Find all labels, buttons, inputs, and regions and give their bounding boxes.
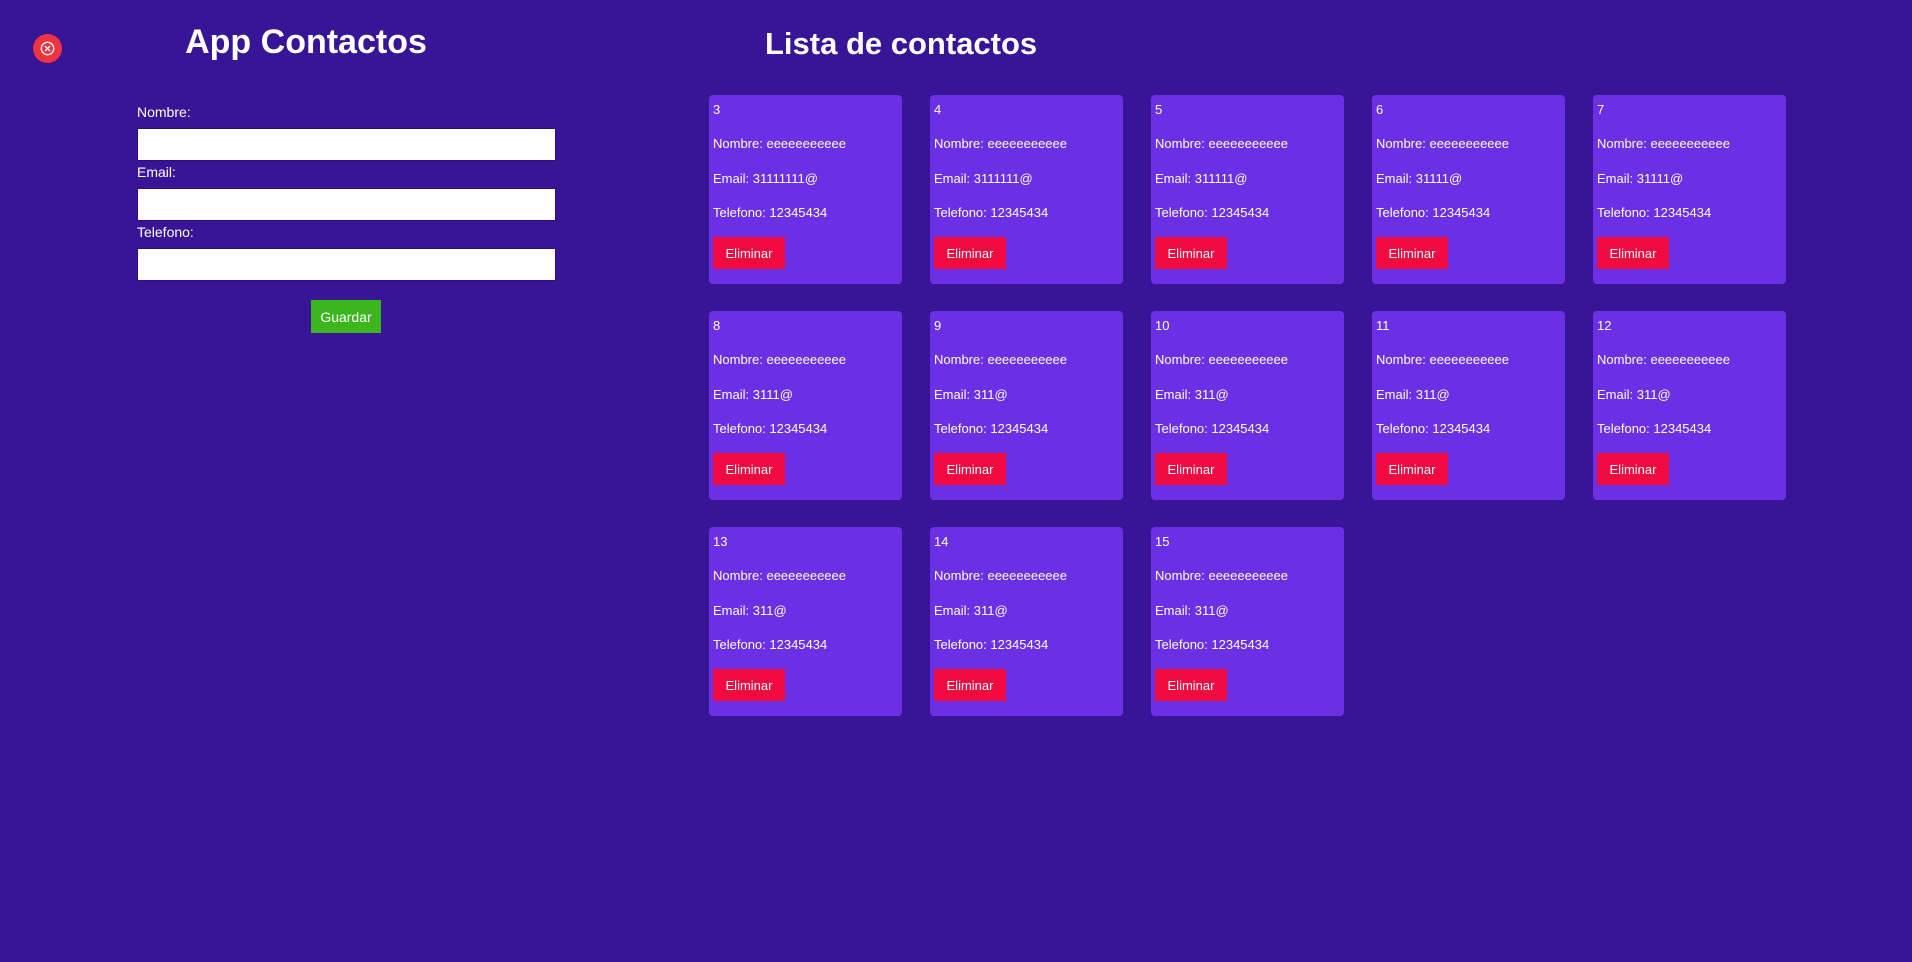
contact-id: 11 <box>1376 318 1390 333</box>
contact-phone: Telefono: 12345434 <box>713 637 828 652</box>
contact-email: Email: 31111@ <box>1597 171 1684 186</box>
contact-phone: Telefono: 12345434 <box>713 421 828 436</box>
email-label: Email: <box>137 164 176 180</box>
delete-button[interactable]: Eliminar <box>1376 453 1448 485</box>
save-button[interactable]: Guardar <box>311 300 381 333</box>
contact-card: 4 Nombre: eeeeeeeeeee Email: 3111111@ Telef… <box>930 95 1123 284</box>
contact-email: Email: 311@ <box>1597 387 1671 402</box>
contact-id: 14 <box>934 534 949 549</box>
contact-email: Email: 311@ <box>1376 387 1450 402</box>
delete-button[interactable]: Eliminar <box>1155 453 1227 485</box>
contact-card: 6 Nombre: eeeeeeeeeee Email: 31111@ Telefon… <box>1372 95 1565 284</box>
contact-phone: Telefono: 12345434 <box>934 421 1049 436</box>
contact-name: Nombre: eeeeeeeeeee <box>1155 136 1288 151</box>
contact-card: 10 Nombre: eeeeeeeeeee Email: 311@ Telefono… <box>1151 311 1344 500</box>
contact-name: Nombre: eeeeeeeeeee <box>934 136 1067 151</box>
contact-name: Nombre: eeeeeeeeeee <box>1597 136 1730 151</box>
contact-card: 13 Nombre: eeeeeeeeeee Email: 311@ Telefono… <box>709 527 902 716</box>
contact-email: Email: 311@ <box>934 387 1008 402</box>
list-title: Lista de contactos <box>765 26 1038 61</box>
contact-email: Email: 3111111@ <box>934 171 1033 186</box>
contact-id: 6 <box>1376 102 1384 117</box>
delete-button[interactable]: Eliminar <box>713 237 785 269</box>
contact-name: Nombre: eeeeeeeeeee <box>713 136 846 151</box>
app-title: App Contactos <box>185 23 427 61</box>
delete-button[interactable]: Eliminar <box>1376 237 1448 269</box>
delete-button[interactable]: Eliminar <box>1597 237 1669 269</box>
contact-email: Email: 311@ <box>1155 387 1229 402</box>
delete-button[interactable]: Eliminar <box>934 237 1006 269</box>
contact-id: 4 <box>934 102 942 117</box>
contact-card: 15 Nombre: eeeeeeeeeee Email: 311@ Telefono… <box>1151 527 1344 716</box>
contact-card: 12 Nombre: eeeeeeeeeee Email: 311@ Telefono… <box>1593 311 1786 500</box>
contact-card: 5 Nombre: eeeeeeeeeee Email: 311111@ Telefo… <box>1151 95 1344 284</box>
contact-id: 7 <box>1597 102 1605 117</box>
email-input[interactable] <box>137 188 556 221</box>
delete-button[interactable]: Eliminar <box>713 453 785 485</box>
contact-name: Nombre: eeeeeeeeeee <box>1155 352 1288 367</box>
nombre-input[interactable] <box>137 128 556 161</box>
contact-phone: Telefono: 12345434 <box>1376 421 1491 436</box>
contact-id: 10 <box>1155 318 1170 333</box>
contact-phone: Telefono: 12345434 <box>1597 421 1712 436</box>
contact-phone: Telefono: 12345434 <box>1376 205 1491 220</box>
contact-name: Nombre: eeeeeeeeeee <box>1155 568 1288 583</box>
contact-card: 7 Nombre: eeeeeeeeeee Email: 31111@ Telefon… <box>1593 95 1786 284</box>
contact-phone: Telefono: 12345434 <box>934 637 1049 652</box>
nombre-label: Nombre: <box>137 104 191 120</box>
contact-card: 14 Nombre: eeeeeeeeeee Email: 311@ Telefono… <box>930 527 1123 716</box>
contact-phone: Telefono: 12345434 <box>1155 637 1270 652</box>
delete-button[interactable]: Eliminar <box>934 453 1006 485</box>
contact-id: 12 <box>1597 318 1612 333</box>
contact-email: Email: 31111@ <box>1376 171 1463 186</box>
contact-name: Nombre: eeeeeeeeeee <box>1376 352 1509 367</box>
contact-id: 8 <box>713 318 721 333</box>
close-button[interactable] <box>33 34 62 63</box>
delete-button[interactable]: Eliminar <box>1597 453 1669 485</box>
close-circle-icon <box>40 41 55 56</box>
contact-email: Email: 311@ <box>713 603 787 618</box>
contact-phone: Telefono: 12345434 <box>1597 205 1712 220</box>
contact-name: Nombre: eeeeeeeeeee <box>934 352 1067 367</box>
contact-card: 3 Nombre: eeeeeeeeeee Email: 31111111@ Tele… <box>709 95 902 284</box>
contact-email: Email: 3111@ <box>713 387 793 402</box>
contact-id: 15 <box>1155 534 1170 549</box>
contact-email: Email: 311@ <box>1155 603 1229 618</box>
delete-button[interactable]: Eliminar <box>934 669 1006 701</box>
contact-phone: Telefono: 12345434 <box>1155 421 1270 436</box>
contact-id: 9 <box>934 318 942 333</box>
contact-card: 8 Nombre: eeeeeeeeeee Email: 3111@ Telefono… <box>709 311 902 500</box>
contact-email: Email: 311@ <box>934 603 1008 618</box>
contact-id: 3 <box>713 102 721 117</box>
contact-name: Nombre: eeeeeeeeeee <box>934 568 1067 583</box>
contact-list: 3 Nombre: eeeeeeeeeee Email: 31111111@ Tele… <box>709 95 1786 716</box>
telefono-label: Telefono: <box>137 224 194 240</box>
contact-name: Nombre: eeeeeeeeeee <box>713 352 846 367</box>
delete-button[interactable]: Eliminar <box>713 669 785 701</box>
contact-name: Nombre: eeeeeeeeeee <box>1597 352 1730 367</box>
delete-button[interactable]: Eliminar <box>1155 237 1227 269</box>
contact-email: Email: 31111111@ <box>713 171 818 186</box>
contact-card: 9 Nombre: eeeeeeeeeee Email: 311@ Telefono:… <box>930 311 1123 500</box>
contact-name: Nombre: eeeeeeeeeee <box>713 568 846 583</box>
contact-id: 5 <box>1155 102 1163 117</box>
contact-id: 13 <box>713 534 728 549</box>
contact-phone: Telefono: 12345434 <box>1155 205 1270 220</box>
contact-name: Nombre: eeeeeeeeeee <box>1376 136 1509 151</box>
delete-button[interactable]: Eliminar <box>1155 669 1227 701</box>
contact-phone: Telefono: 12345434 <box>713 205 828 220</box>
telefono-input[interactable] <box>137 248 556 281</box>
contact-phone: Telefono: 12345434 <box>934 205 1049 220</box>
contact-card: 11 Nombre: eeeeeeeeeee Email: 311@ Telefono… <box>1372 311 1565 500</box>
contact-email: Email: 311111@ <box>1155 171 1248 186</box>
